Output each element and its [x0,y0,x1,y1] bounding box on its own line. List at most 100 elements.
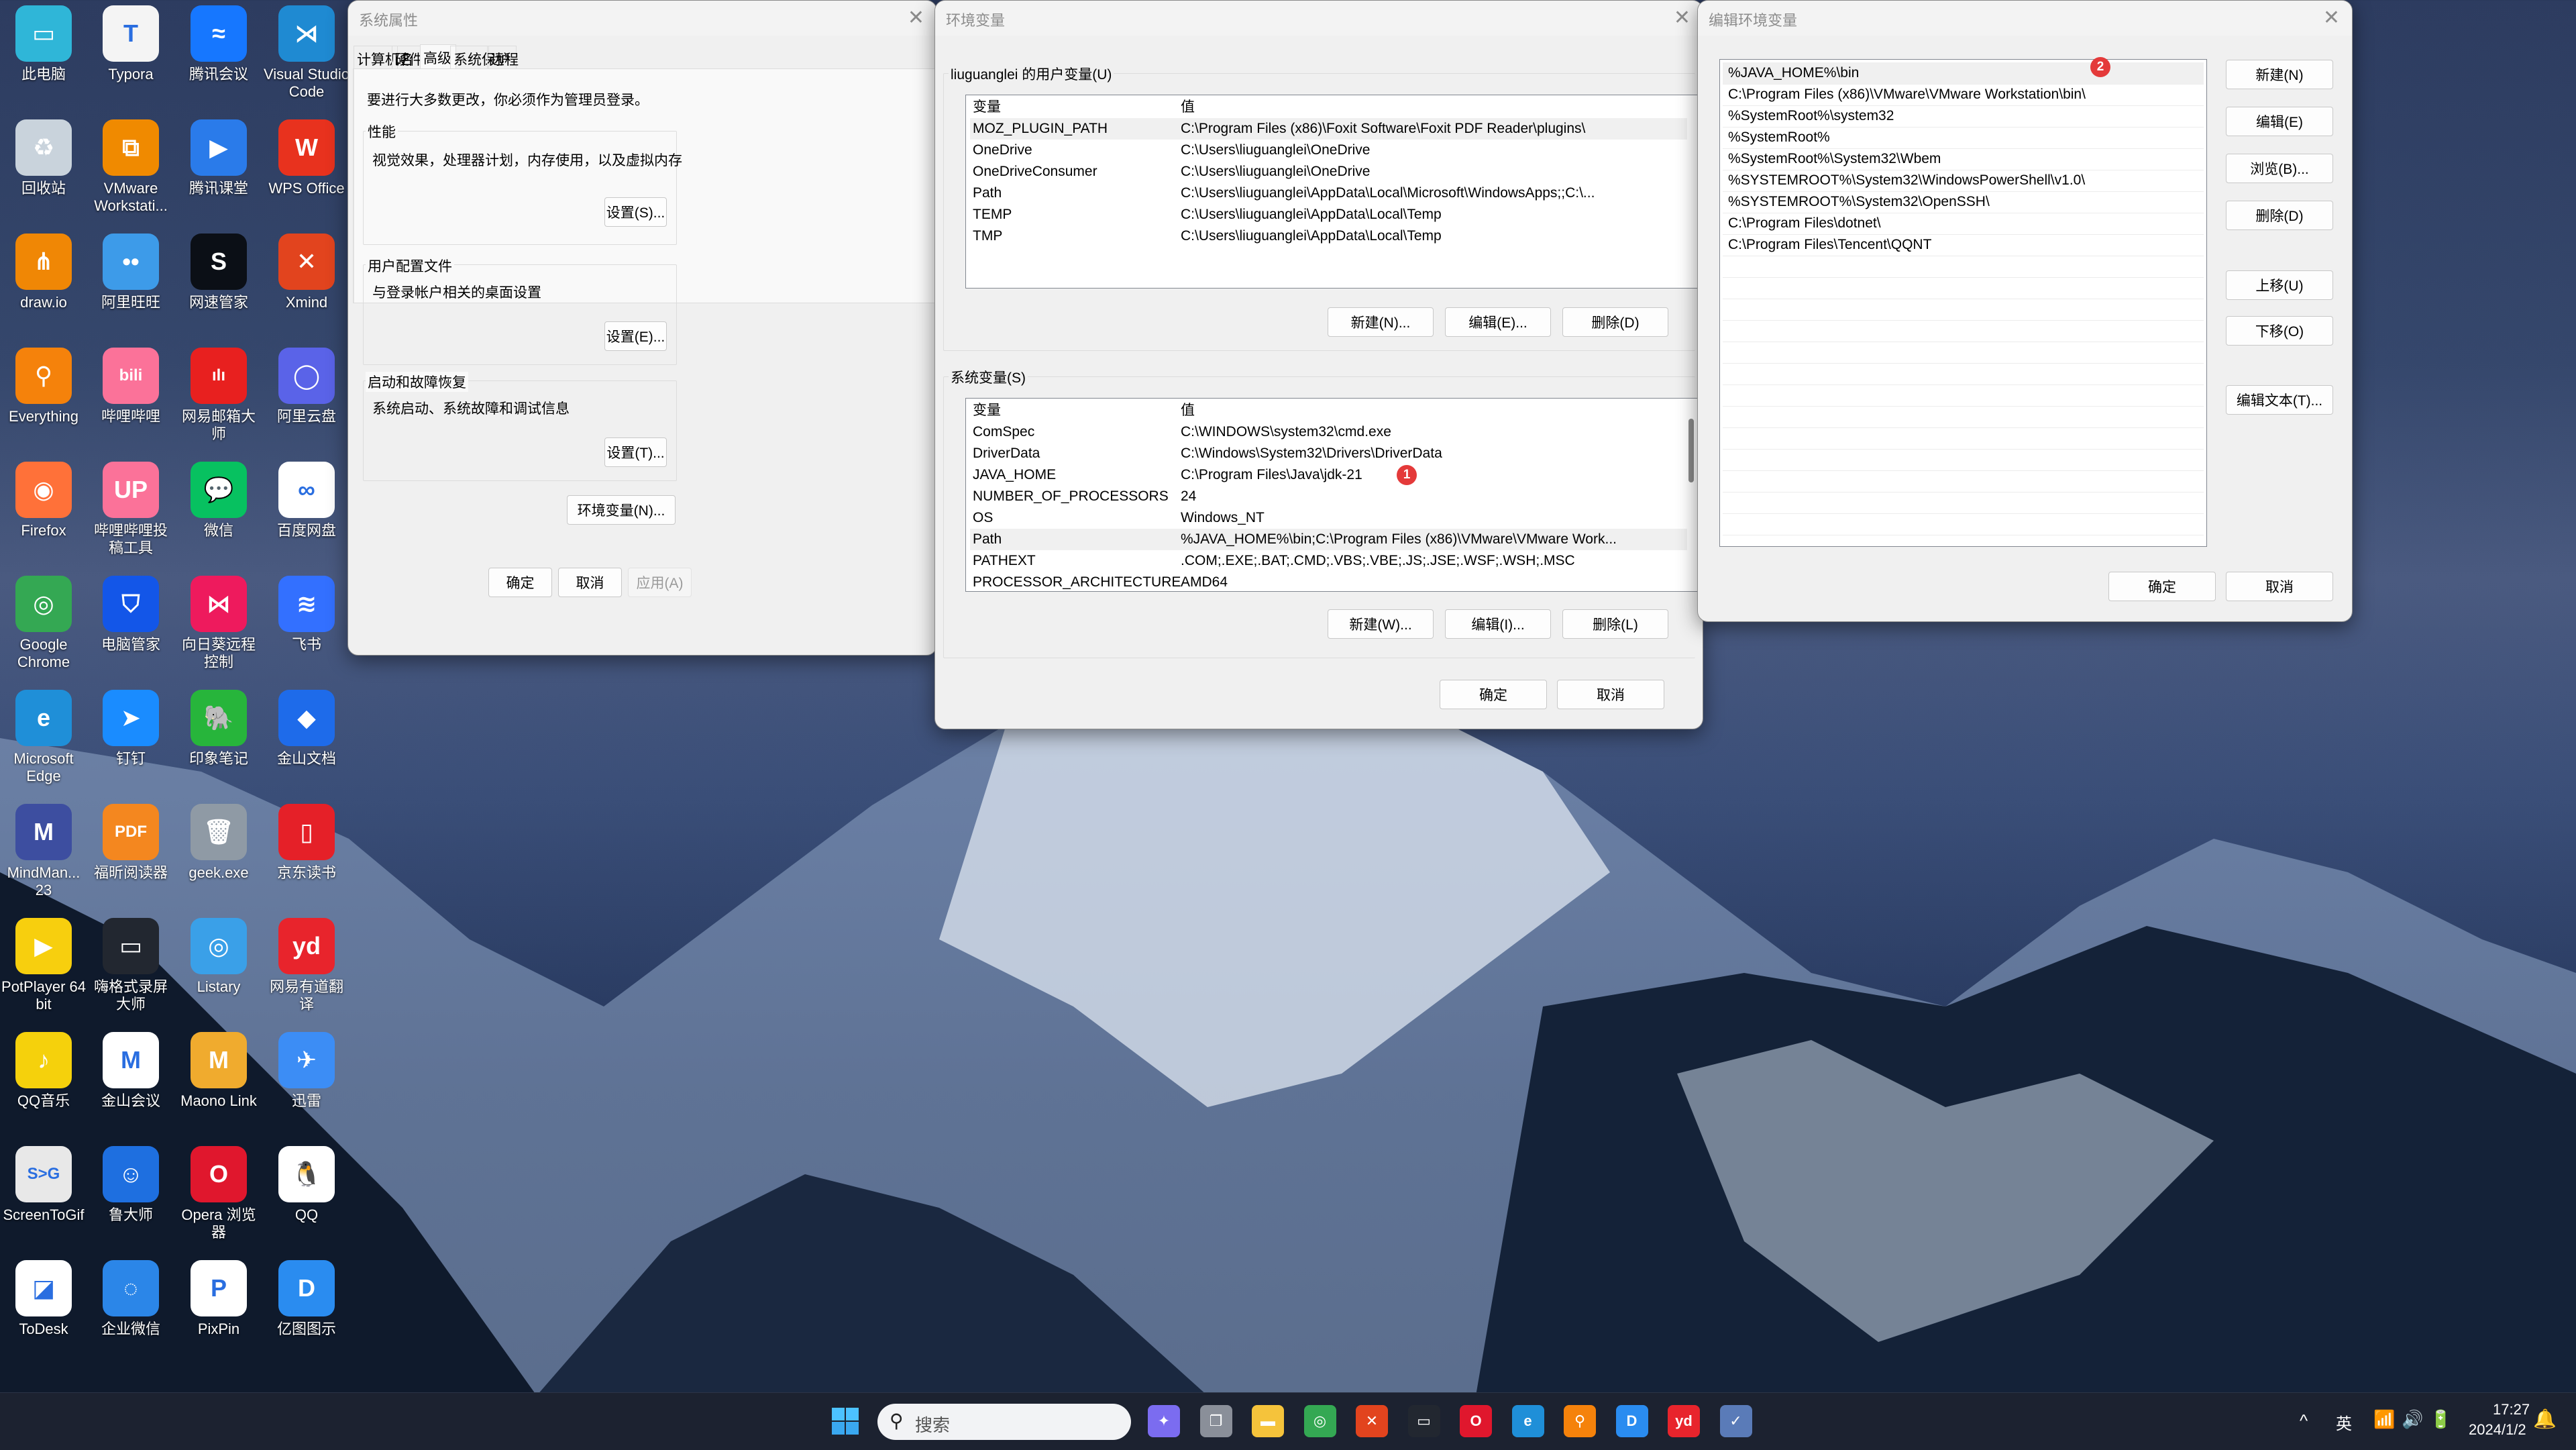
desktop-icon[interactable]: ▶ 腾讯课堂 [175,119,262,197]
desktop-icon[interactable]: ▶ PotPlayer 64 bit [0,918,87,1013]
user-profiles-settings-button[interactable]: 设置(E)... [604,321,667,351]
input-method-indicator[interactable]: 英 [2336,1410,2352,1434]
desktop-icon[interactable]: 🐘 印象笔记 [175,690,262,768]
close-icon[interactable]: ✕ [1674,6,1690,30]
path-entry[interactable] [1723,427,2204,450]
system-edit-button[interactable]: 编辑(I)... [1445,609,1551,639]
desktop-icon[interactable]: e Microsoft Edge [0,690,87,785]
environment-variables-button[interactable]: 环境变量(N)... [567,495,676,525]
desktop-icon[interactable]: PDF 福昕阅读器 [87,804,174,882]
system-delete-button[interactable]: 删除(L) [1562,609,1668,639]
desktop-icon[interactable]: M MindMan... 23 [0,804,87,899]
desktop-icon[interactable]: ◯ 阿里云盘 [263,348,350,425]
desktop-icon[interactable]: ⚲ Everything [0,348,87,425]
user-new-button[interactable]: 新建(N)... [1328,307,1434,337]
desktop-icon[interactable]: ◆ 金山文档 [263,690,350,768]
clock-time[interactable]: 17:27 [2493,1401,2530,1418]
desktop-icon[interactable]: bili 哔哩哔哩 [87,348,174,425]
desktop-icon[interactable]: ✈ 迅雷 [263,1032,350,1110]
scrollbar-thumb[interactable] [1688,419,1694,482]
path-entry[interactable] [1723,449,2204,471]
variable-row[interactable]: OneDrive C:\Users\liuguanglei\OneDrive [970,140,1687,161]
ok-button[interactable]: 确定 [488,568,552,597]
variable-row[interactable]: MOZ_PLUGIN_PATH C:\Program Files (x86)\Fo… [970,118,1687,140]
desktop-icon[interactable]: 🐧 QQ [263,1146,350,1224]
desktop-icon[interactable]: ▭ 此电脑 [0,5,87,83]
desktop-icon[interactable]: ◎ Listary [175,918,262,996]
variable-row[interactable]: JAVA_HOME C:\Program Files\Java\jdk-21 1 [970,464,1687,486]
edit-button[interactable]: 编辑(E) [2226,107,2333,136]
desktop-icon[interactable]: ≈ 腾讯会议 [175,5,262,83]
file-explorer-icon[interactable]: ▬ [1252,1405,1284,1437]
edraw-icon[interactable]: D [1615,1405,1648,1437]
close-icon[interactable]: ✕ [2323,6,2340,30]
path-entry[interactable]: %SystemRoot%\system32 [1723,105,2204,127]
path-entry[interactable] [1723,320,2204,342]
desktop-icon[interactable]: W WPS Office [263,119,350,197]
everything-icon[interactable]: ⚲ [1564,1405,1596,1437]
variable-row[interactable]: PATHEXT .COM;.EXE;.BAT;.CMD;.VBS;.VBE;.JS… [970,550,1687,572]
cancel-button[interactable]: 取消 [558,568,622,597]
path-entry[interactable] [1723,256,2204,278]
desktop-icon[interactable]: ⋈ 向日葵远程控制 [175,576,262,671]
desktop-icon[interactable]: UP 哔哩哔哩投稿工具 [87,462,174,557]
battery-icon[interactable]: 🔋 [2430,1409,2451,1430]
ok-button[interactable]: 确定 [2108,572,2216,601]
notification-bell-icon[interactable]: 🔔 [2533,1408,2557,1430]
desktop-icon[interactable]: O Opera 浏览器 [175,1146,262,1241]
performance-settings-button[interactable]: 设置(S)... [604,197,667,227]
desktop-icon[interactable]: ♻ 回收站 [0,119,87,197]
column-header-variable[interactable]: 变量 [973,97,1001,118]
column-header-value[interactable]: 值 [1181,400,1195,421]
copilot-icon[interactable]: ✦ [1148,1405,1180,1437]
desktop-icon[interactable]: ≋ 飞书 [263,576,350,654]
clock-date[interactable]: 2024/1/2 [2469,1421,2526,1439]
path-entry[interactable]: C:\Program Files\dotnet\ [1723,213,2204,235]
variable-row[interactable]: NUMBER_OF_PROCESSORS 24 [970,486,1687,507]
path-entry[interactable] [1723,299,2204,321]
variable-row[interactable]: DriverData C:\Windows\System32\Drivers\Dr… [970,443,1687,464]
edge-icon[interactable]: e [1511,1405,1544,1437]
volume-icon[interactable]: 🔊 [2402,1409,2423,1430]
desktop-icon[interactable]: T Typora [87,5,174,83]
variable-row[interactable]: TEMP C:\Users\liuguanglei\AppData\Local\T… [970,204,1687,225]
desktop-icon[interactable]: ➤ 钉钉 [87,690,174,768]
system-new-button[interactable]: 新建(W)... [1328,609,1434,639]
delete-button[interactable]: 删除(D) [2226,201,2333,230]
path-entry[interactable]: %SYSTEMROOT%\System32\OpenSSH\ [1723,191,2204,213]
apply-button[interactable]: 应用(A) [628,568,692,597]
desktop-icon[interactable]: ⋊ Visual Studio Code [263,5,350,101]
title-bar[interactable]: 系统属性 ✕ [348,1,936,36]
desktop-icon[interactable]: P PixPin [175,1260,262,1338]
variable-row[interactable]: PROCESSOR_ARCHITECTURE AMD64 [970,572,1687,591]
system-variables-list[interactable]: 变量 值 ComSpec C:\WINDOWS\system32\cmd.exe D… [965,398,1701,592]
screen-recorder-icon[interactable]: ▭ [1407,1405,1440,1437]
desktop-icon[interactable]: M Maono Link [175,1032,262,1110]
path-entry[interactable] [1723,513,2204,535]
desktop-icon[interactable]: S>G ScreenToGif [0,1146,87,1224]
path-entries-list[interactable]: %JAVA_HOME%\bin C:\Program Files (x86)\VM… [1719,59,2207,547]
variable-row[interactable]: OS Windows_NT [970,507,1687,529]
title-bar[interactable]: 编辑环境变量 ✕ [1698,1,2352,36]
desktop-icon[interactable]: ∞ 百度网盘 [263,462,350,539]
desktop-icon[interactable]: ♪ QQ音乐 [0,1032,87,1110]
path-entry[interactable]: C:\Program Files (x86)\VMware\VMware Wor… [1723,84,2204,106]
task-view-icon[interactable]: ❐ [1199,1405,1232,1437]
variable-row[interactable]: TMP C:\Users\liuguanglei\AppData\Local\Te… [970,225,1687,247]
variable-row[interactable]: Path C:\Users\liuguanglei\AppData\Local\M… [970,183,1687,204]
path-entry[interactable]: %SystemRoot% [1723,127,2204,149]
desktop-icon[interactable]: ☺ 鲁大师 [87,1146,174,1224]
desktop-icon[interactable]: ✕ Xmind [263,234,350,311]
path-entry[interactable] [1723,406,2204,428]
wifi-icon[interactable]: 📶 [2373,1409,2395,1430]
path-entry[interactable] [1723,342,2204,364]
variable-row[interactable]: ComSpec C:\WINDOWS\system32\cmd.exe [970,421,1687,443]
path-entry[interactable]: %JAVA_HOME%\bin [1723,62,2204,85]
column-header-value[interactable]: 值 [1181,97,1195,118]
ok-button[interactable]: 确定 [1440,680,1547,709]
path-entry[interactable] [1723,492,2204,514]
path-entry[interactable]: C:\Program Files\Tencent\QQNT [1723,234,2204,256]
desktop-icon[interactable]: ▯ 京东读书 [263,804,350,882]
desktop-icon[interactable]: M 金山会议 [87,1032,174,1110]
close-icon[interactable]: ✕ [908,6,924,30]
